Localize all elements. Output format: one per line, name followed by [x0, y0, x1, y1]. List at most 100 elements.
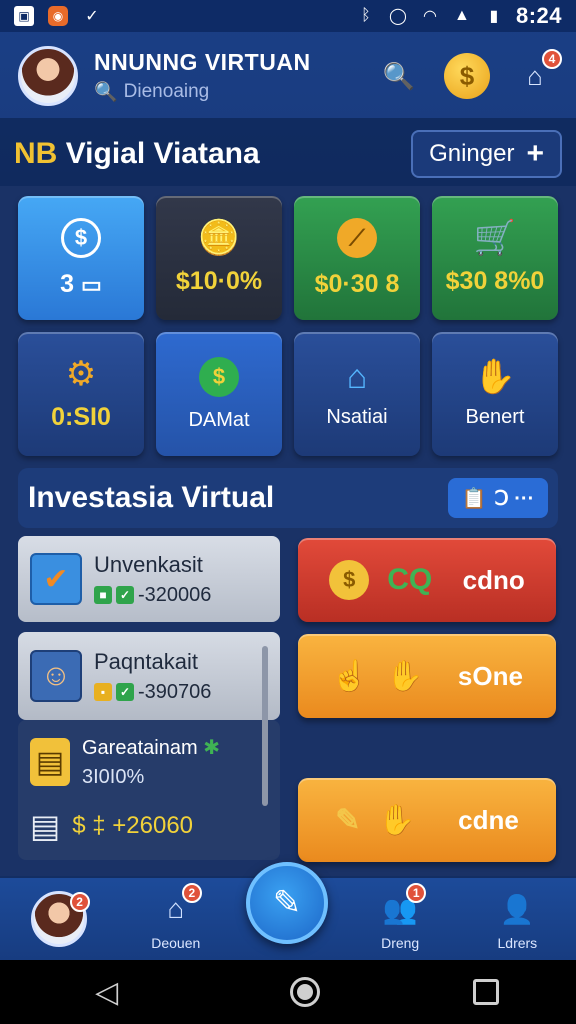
action-label: cdne	[458, 804, 519, 835]
tile-coins[interactable]: 🪙 $10·0%	[156, 196, 282, 320]
clock-time: 8:24	[515, 3, 562, 28]
home-icon: ⌂ 2	[154, 883, 202, 931]
wifi-icon: ◠	[422, 8, 437, 25]
coin-stack-icon: 🪙	[197, 218, 241, 257]
list-item-value: -320006	[138, 583, 212, 606]
action-button-cdne[interactable]: ✎ ✋ cdne	[298, 778, 556, 862]
list-scrollbar[interactable]	[262, 646, 268, 806]
profile-avatar[interactable]	[18, 46, 78, 106]
search-button[interactable]: 🔍	[376, 53, 422, 99]
list-item-name: Unvenkasit	[94, 551, 203, 577]
dollar-circle-icon: $	[61, 217, 101, 258]
house-icon: ⌂	[527, 60, 543, 91]
system-navigation-bar: ◁	[0, 960, 576, 1024]
coin-button[interactable]: $	[444, 53, 490, 99]
notification-badge: 4	[542, 49, 562, 69]
app-notification-icon: ▣	[14, 6, 34, 26]
section-title-bar: NB Vigial Viatana Gninger +	[0, 118, 576, 190]
tile-nsatiai[interactable]: ⌂ Nsatiai	[294, 332, 420, 456]
checkbox-icon: ✔	[30, 553, 82, 605]
main-panel: $ 3 ▭ 🪙 $10·0% ⟋ $0·30 8 🛒 $30 8%0 ⚙ 0:S…	[0, 186, 576, 876]
coin-icon: ⟋	[337, 217, 377, 258]
pointer-hand-icon: ☝	[331, 659, 369, 693]
notification-badge: 2	[69, 892, 90, 912]
tile-value: $10·0%	[175, 266, 263, 295]
green-square-icon: ■	[94, 586, 112, 604]
money-growth-icon: $	[199, 356, 239, 397]
investasia-menu-button[interactable]: 📋 Ↄ ···	[448, 478, 548, 518]
app-title: NNUNNG VIRTUAN	[94, 48, 311, 75]
hand-gear-icon: ✋	[473, 357, 517, 396]
list-item-value: $ ‡ +26060	[72, 812, 194, 839]
tile-cart[interactable]: 🛒 $30 8%0	[432, 196, 558, 320]
clipboard-icon: 📋	[461, 487, 487, 510]
cart-icon: 🛒	[473, 218, 517, 257]
calculator-icon: ▤	[30, 738, 70, 786]
check-square-icon: ✓	[116, 683, 134, 701]
tile-balance[interactable]: $ 3 ▭	[18, 196, 144, 320]
nav-item-home[interactable]: ⌂ 2 Deouen	[126, 883, 226, 951]
co-icon: CQ	[387, 563, 433, 596]
list-item-name: Paqntakait	[94, 648, 198, 674]
tile-benert[interactable]: ✋ Benert	[432, 332, 558, 456]
add-button[interactable]: Gninger +	[411, 130, 562, 178]
tile-settings[interactable]: ⚙ 0:SI0	[18, 332, 144, 456]
notification-badge: 2	[181, 883, 202, 903]
check-notification-icon: ✓	[85, 8, 99, 25]
chart-icon: ▭	[81, 271, 102, 297]
add-button-label: Gninger	[429, 140, 515, 167]
nav-item-group[interactable]: 👥 1 Dreng	[350, 883, 450, 951]
app-subtitle: Dienoaing	[123, 80, 210, 102]
tile-label: Benert	[465, 405, 525, 428]
battery-icon: ▮	[489, 8, 499, 25]
home-dollar-icon: ⌂	[346, 357, 368, 396]
open-hand-icon: ✋	[378, 803, 416, 837]
open-hand-icon: ✋	[386, 659, 424, 693]
recents-icon[interactable]	[473, 979, 500, 1005]
plus-icon: +	[526, 137, 544, 170]
section-title: NB Vigial Viatana	[14, 137, 260, 171]
nav-label: Deouen	[151, 935, 201, 951]
home-notifications-button[interactable]: ⌂ 4	[512, 49, 562, 99]
list-item-expanded[interactable]: ▤ Gareatainam ✱ 3I0I0% ▤ $ ‡ +26060	[18, 720, 280, 860]
home-circle-icon[interactable]	[289, 977, 320, 1007]
section-title-prefix: NB	[14, 137, 58, 170]
list-item[interactable]: ✔ Unvenkasit ■ ✓ -320006	[18, 536, 280, 622]
status-bar: ▣ ◉ ✓ ᛒ ◯ ◠ ▲ ▮ 8:24	[0, 0, 576, 32]
dollar-coin-icon: $	[329, 560, 370, 600]
tile-growth[interactable]: ⟋ $0·30 8	[294, 196, 420, 320]
group-icon: 👥 1	[378, 883, 427, 931]
ticket-icon: ✎	[335, 803, 361, 837]
alarm-icon: ◯	[389, 8, 407, 25]
list-item[interactable]: ☺ Paqntakait ▪ ✓ -390706	[18, 632, 280, 720]
nav-item-users[interactable]: 👤 Ldrers	[467, 887, 567, 952]
bluetooth-icon: ᛒ	[361, 7, 371, 24]
back-icon[interactable]: ◁	[77, 975, 137, 1010]
tile-label: DAMat	[188, 408, 250, 431]
tile-damat[interactable]: $ DAMat	[156, 332, 282, 456]
bag-icon: ▪	[94, 683, 112, 701]
action-button-sone[interactable]: ☝ ✋ sOne	[298, 634, 556, 718]
magnifier-icon: 🔍	[382, 60, 416, 91]
app-root: ▣ ◉ ✓ ᛒ ◯ ◠ ▲ ▮ 8:24 NNUNNG VIRTUAN 🔍 Di…	[0, 0, 576, 1024]
profile-avatar-icon: 2	[30, 891, 90, 947]
action-button-cdno[interactable]: $ CQ cdno	[298, 538, 556, 622]
section-title-text: Vigial Viatana	[65, 137, 260, 170]
investasia-title: Investasia Virtual	[28, 481, 275, 514]
investasia-header: Investasia Virtual 📋 Ↄ ···	[18, 468, 558, 528]
list-item-value: -390706	[138, 680, 212, 703]
list-item-value: 3I0I0%	[82, 766, 145, 788]
tile-value: 3 ▭	[60, 269, 102, 298]
action-label: sOne	[457, 660, 523, 691]
action-label: cdno	[462, 564, 525, 595]
dollar-coin-icon: $	[459, 60, 475, 91]
nav-item-profile[interactable]: 2	[9, 891, 109, 947]
notification-badge: 1	[406, 883, 427, 903]
person-face-icon: ☺	[30, 650, 82, 702]
app-header: NNUNNG VIRTUAN 🔍 Dienoaing 🔍 $ ⌂ 4	[0, 36, 576, 116]
search-small-icon: 🔍	[94, 81, 118, 103]
tile-value: $0·30 8	[314, 269, 400, 298]
compose-fab-button[interactable]: ✎	[246, 862, 328, 944]
nav-label: Dreng	[381, 935, 420, 951]
check-square-icon: ✓	[116, 586, 134, 604]
